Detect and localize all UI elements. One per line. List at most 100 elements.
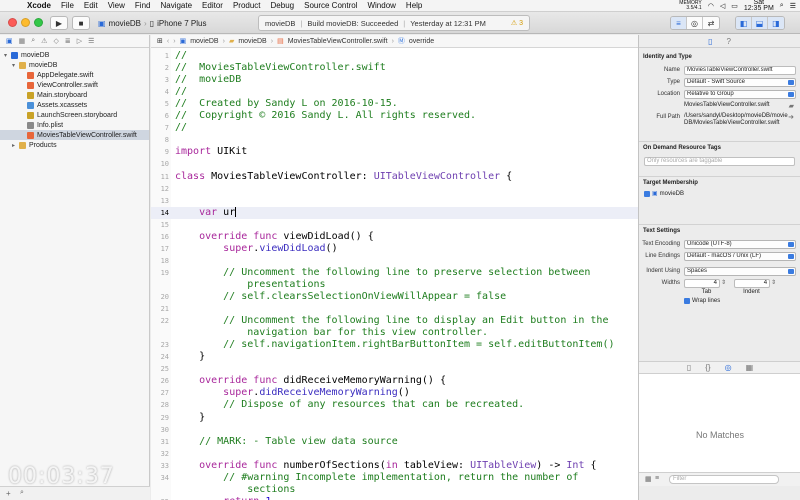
code-line[interactable]: 25 [151, 363, 638, 375]
find-navigator-icon[interactable]: ⌕ [31, 37, 35, 45]
wifi-icon[interactable]: ◠ [708, 2, 714, 10]
code-line[interactable]: 26 override func didReceiveMemoryWarning… [151, 375, 638, 387]
code-line[interactable]: 21 [151, 303, 638, 315]
location-popup[interactable]: Relative to Group [684, 90, 796, 99]
code-line[interactable]: 29 } [151, 412, 638, 424]
quick-help-icon[interactable]: ? [726, 37, 730, 46]
menu-clock[interactable]: Sat 12:35 PM [744, 0, 774, 12]
code-line[interactable]: 24 } [151, 351, 638, 363]
related-items-icon[interactable]: ⊞ [157, 37, 163, 45]
navigator-toggle-icon[interactable]: ◧ [736, 17, 752, 29]
code-area[interactable]: 1 // 2 // MoviesTableViewController.swift 3 /… [151, 48, 638, 500]
code-line[interactable]: 2 // MoviesTableViewController.swift [151, 62, 638, 74]
type-popup[interactable]: Default - Swift Source [684, 78, 796, 87]
back-arrow-icon[interactable]: ‹ [167, 38, 169, 45]
filter-icon[interactable]: ⌕ [20, 489, 24, 497]
code-line[interactable]: navigation bar for this view controller. [151, 327, 638, 339]
code-line[interactable]: 6 // Copyright © 2016 Sandy L. All rights… [151, 110, 638, 122]
jumpbar-project[interactable]: movieDB [190, 38, 218, 45]
name-field[interactable]: MoviesTableViewController.swift [684, 66, 796, 75]
battery-icon[interactable]: ▭ [731, 2, 738, 10]
code-line[interactable]: 15 [151, 219, 638, 231]
line-endings-popup[interactable]: Default - macOS / Unix (LF) [684, 252, 796, 261]
jumpbar-group[interactable]: movieDB [238, 38, 266, 45]
menu-navigate[interactable]: Navigate [155, 1, 197, 10]
standard-editor-icon[interactable]: ≡ [671, 17, 687, 29]
forward-arrow-icon[interactable]: › [173, 38, 175, 45]
utilities-toggle-icon[interactable]: ◨ [768, 17, 784, 29]
scheme-selector[interactable]: ▣ movieDB › ▯ iPhone 7 Plus [98, 16, 206, 30]
memory-indicator[interactable]: MEMORY 3.5/4.1 [679, 1, 701, 11]
menu-edit[interactable]: Edit [79, 1, 103, 10]
list-view-icon[interactable]: ≡ [655, 475, 659, 482]
code-line[interactable]: 13 [151, 195, 638, 207]
code-line[interactable]: 12 [151, 183, 638, 195]
minimize-window-button[interactable] [21, 18, 30, 27]
navigator-item[interactable]: Assets.xcassets [0, 100, 149, 110]
stop-button[interactable]: ■ [72, 16, 90, 30]
encoding-popup[interactable]: Unicode (UTF-8) [684, 240, 796, 249]
file-inspector-icon[interactable]: ▯ [708, 37, 712, 46]
code-line[interactable]: 14 var ur [151, 206, 638, 219]
navigator-item[interactable]: MoviesTableViewController.swift [0, 130, 149, 140]
menu-editor[interactable]: Editor [197, 1, 228, 10]
tab-width-stepper[interactable]: ⇕ [721, 279, 726, 286]
code-line[interactable]: 35 return 1 [151, 496, 638, 500]
debug-navigator-icon[interactable]: ≣ [65, 37, 71, 45]
code-line[interactable]: 16 override func viewDidLoad() { [151, 231, 638, 243]
menu-debug[interactable]: Debug [266, 1, 300, 10]
indent-width-field[interactable]: 4 [734, 279, 771, 288]
code-line[interactable]: 28 // Dispose of any resources that can … [151, 399, 638, 411]
spotlight-icon[interactable]: ⌕ [780, 2, 784, 10]
code-line[interactable]: 33 override func numberOfSections(in tab… [151, 460, 638, 472]
object-library-icon[interactable]: ◎ [725, 363, 732, 372]
add-file-icon[interactable]: + [6, 489, 11, 498]
code-line[interactable]: 3 // movieDB [151, 74, 638, 86]
library-filter-input[interactable]: Filter [669, 475, 779, 484]
code-line[interactable]: 19 // Uncomment the following line to pr… [151, 267, 638, 279]
file-template-library-icon[interactable]: ▯ [687, 363, 691, 372]
device-name[interactable]: iPhone 7 Plus [157, 19, 206, 28]
menu-product[interactable]: Product [228, 1, 266, 10]
tab-width-field[interactable]: 4 [684, 279, 720, 288]
navigator-item[interactable]: LaunchScreen.storyboard [0, 110, 149, 120]
menu-app-name[interactable]: Xcode [22, 1, 56, 10]
code-line[interactable]: sections [151, 484, 638, 496]
code-line[interactable]: 32 [151, 448, 638, 460]
disclosure-open-icon[interactable]: ▾ [12, 62, 19, 69]
close-window-button[interactable] [8, 18, 17, 27]
code-line[interactable]: 11 class MoviesTableViewController: UITab… [151, 171, 638, 183]
navigator-item[interactable]: Main.storyboard [0, 90, 149, 100]
report-navigator-icon[interactable]: ☰ [88, 37, 94, 45]
navigator-item[interactable]: Info.plist [0, 120, 149, 130]
test-navigator-icon[interactable]: ◇ [53, 37, 58, 45]
code-snippet-library-icon[interactable]: {} [705, 363, 710, 372]
odr-tags-field[interactable]: Only resources are taggable [644, 157, 795, 166]
breakpoint-navigator-icon[interactable]: ▷ [77, 37, 82, 45]
disclosure-open-icon[interactable]: ▾ [4, 52, 11, 59]
navigator-item[interactable]: ▾ movieDB [0, 50, 149, 60]
menu-file[interactable]: File [56, 1, 79, 10]
jumpbar-symbol[interactable]: override [409, 38, 434, 45]
assistant-editor-icon[interactable]: ◎ [687, 17, 703, 29]
code-line[interactable]: 5 // Created by Sandy L on 2016-10-15. [151, 98, 638, 110]
activity-status[interactable]: movieDB | Build movieDB: Succeeded | Yes… [258, 15, 530, 31]
issue-navigator-icon[interactable]: ⚠ [41, 37, 47, 45]
symbol-navigator-icon[interactable]: ▦ [19, 37, 26, 45]
code-line[interactable]: 9 import UIKit [151, 146, 638, 158]
code-line[interactable]: 7 // [151, 122, 638, 134]
warning-badge[interactable]: ⚠ 3 [511, 19, 523, 27]
version-editor-icon[interactable]: ⇄ [703, 17, 719, 29]
code-line[interactable]: 1 // [151, 50, 638, 62]
debug-area-toggle-icon[interactable]: ⬓ [752, 17, 768, 29]
code-line[interactable]: 10 [151, 158, 638, 170]
code-line[interactable]: 30 [151, 424, 638, 436]
menu-help[interactable]: Help [401, 1, 427, 10]
folder-icon[interactable]: ▰ [789, 102, 794, 110]
menu-view[interactable]: View [103, 1, 130, 10]
zoom-window-button[interactable] [34, 18, 43, 27]
jumpbar-file[interactable]: MoviesTableViewController.swift [288, 38, 388, 45]
target-checkbox[interactable] [644, 190, 650, 197]
media-library-icon[interactable]: ▦ [746, 363, 754, 372]
navigator-item[interactable]: AppDelegate.swift [0, 70, 149, 80]
